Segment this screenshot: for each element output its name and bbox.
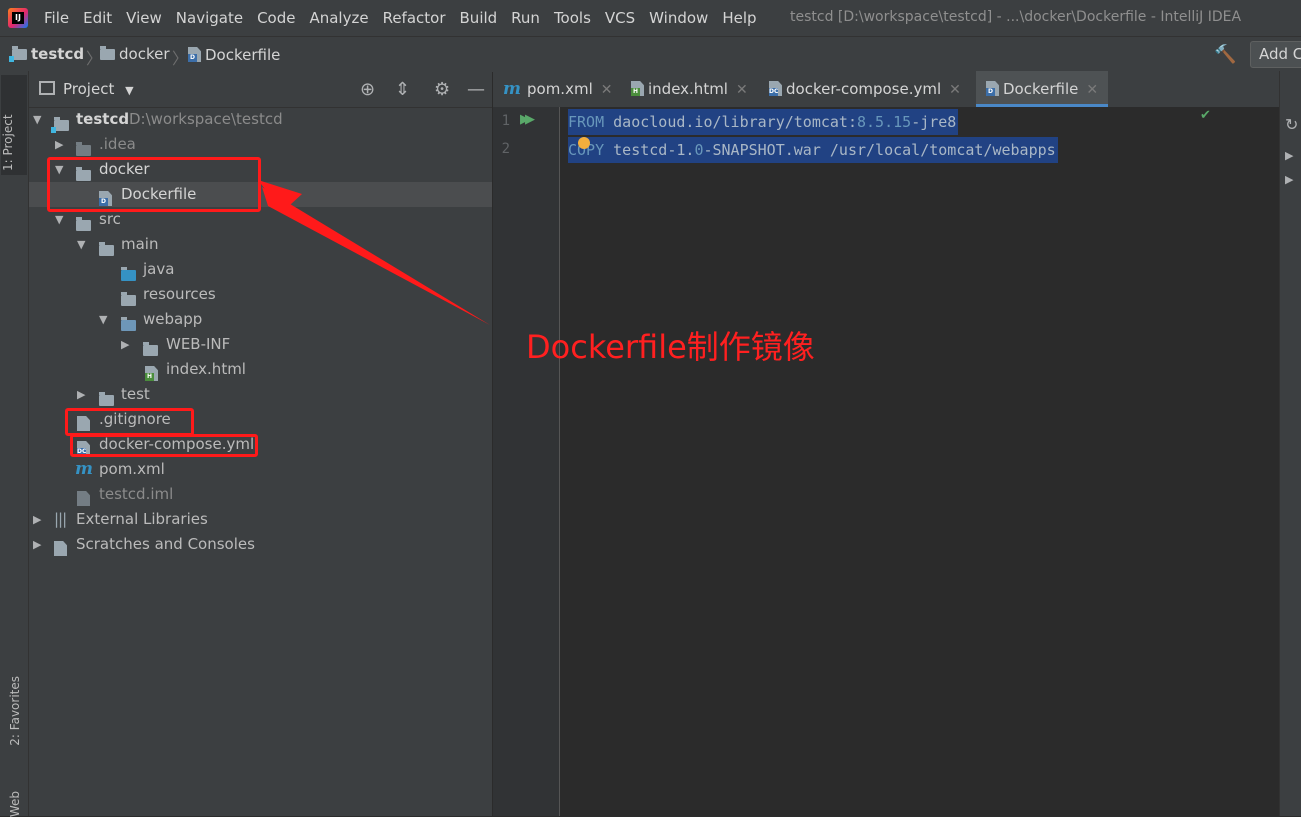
annotation-arrow: [258, 180, 490, 325]
annotation-label: Dockerfile制作镜像: [526, 328, 815, 366]
annotation-arrow-shape: [262, 187, 490, 325]
